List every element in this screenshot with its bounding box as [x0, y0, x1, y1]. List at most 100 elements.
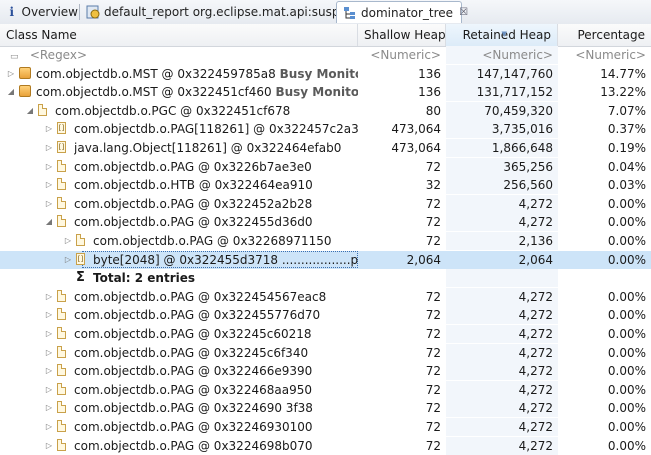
tree-row[interactable]: ▷ com.objectdb.o.PAG @ 0x3224698b070 72 4,2… — [0, 436, 651, 455]
total-row: Σ Total: 2 entries — [0, 269, 651, 288]
percentage-filter[interactable]: <Numeric> — [558, 46, 651, 64]
page-icon — [57, 382, 69, 397]
table-header: Class Name Shallow Heap ▼ Retained Heap … — [0, 24, 651, 47]
tree-row[interactable]: ▷ com.objectdb.o.PAG @ 0x322466e9390 72 4,2… — [0, 362, 651, 381]
class-name-cell: com.objectdb.o.PAG @ 0x322455d36d0 — [74, 213, 358, 231]
tree-row[interactable]: ▷ com.objectdb.o.PAG @ 0x322452a2b28 72 4,2… — [0, 194, 651, 213]
tree-row[interactable]: ▷[] com.objectdb.o.PAG[118261] @ 0x322457… — [0, 120, 651, 139]
percentage-cell: 0.00% — [607, 345, 646, 360]
page-icon — [57, 327, 69, 341]
expand-twisty-icon[interactable]: ▷ — [6, 65, 16, 83]
expand-twisty-icon[interactable]: ▷ — [63, 232, 73, 250]
percentage-cell — [558, 269, 651, 287]
collapse-twisty-icon[interactable]: ◢ — [6, 83, 16, 101]
expand-twisty-icon[interactable]: ▷ — [63, 251, 73, 269]
class-name-text: com.objectdb.o.MST @ 0x322451cf460 — [36, 85, 272, 100]
expand-twisty-icon[interactable]: ▷ — [44, 418, 54, 436]
shallow-heap-cell: 80 — [425, 103, 441, 118]
expand-twisty-icon[interactable]: ▷ — [44, 344, 54, 362]
retained-heap-cell: 4,272 — [518, 420, 553, 434]
shallow-heap-cell: 72 — [425, 327, 441, 341]
percentage-cell: 0.00% — [607, 234, 646, 248]
class-name-cell: com.objectdb.o.PAG @ 0x322468aa950 — [74, 381, 358, 399]
tree-row[interactable]: ▷ com.objectdb.o.PAG @ 0x322468aa950 72 4,2… — [0, 380, 651, 399]
tree-row[interactable]: ▷ com.objectdb.o.HTB @ 0x322464ea910 32 256… — [0, 176, 651, 195]
tree-row[interactable]: ◢ com.objectdb.o.PGC @ 0x322451cf678 80 70,… — [0, 101, 651, 120]
expand-twisty-icon[interactable]: ▷ — [44, 362, 54, 380]
tree-row[interactable]: ▷ com.objectdb.o.PAG @ 0x3224690 3f38 72 4,… — [0, 399, 651, 418]
tree-row[interactable]: ▷ com.objectdb.o.PAG @ 0x322454567eac8 72 4… — [0, 287, 651, 306]
class-name-cell: com.objectdb.o.PAG @ 0x3226b7ae3e0 — [74, 158, 358, 176]
expand-twisty-icon[interactable]: ▷ — [44, 325, 54, 343]
page-icon — [57, 308, 69, 322]
shallow-heap-filter[interactable]: <Numeric> — [358, 46, 446, 64]
page-icon — [57, 215, 69, 229]
retained-heap-cell: 4,272 — [518, 438, 553, 453]
column-percentage[interactable]: Percentage — [558, 24, 651, 46]
retained-heap-cell: 4,272 — [518, 289, 553, 304]
class-name-filter[interactable]: <Regex> — [30, 48, 87, 62]
page-icon — [76, 234, 88, 248]
retained-heap-cell: 4,272 — [518, 345, 553, 360]
class-name-cell: com.objectdb.o.PAG @ 0x32268971150 — [93, 232, 358, 250]
class-name-cell: Total: 2 entries — [93, 269, 358, 287]
class-name-cell: com.objectdb.o.PAG @ 0x322454567eac8 — [74, 288, 358, 306]
column-class-name[interactable]: Class Name — [0, 24, 358, 46]
class-name-cell: com.objectdb.o.PAG @ 0x3224690 3f38 — [74, 399, 358, 417]
tree-row[interactable]: ▷[] java.lang.Object[118261] @ 0x322464ef… — [0, 139, 651, 157]
tree-row[interactable]: ▷ com.objectdb.o.MST @ 0x322459785a8 Busy… — [0, 64, 651, 83]
tree-row[interactable]: ▷ com.objectdb.o.PAG @ 0x32245c6f340 72 4,2… — [0, 343, 651, 362]
tab-dominator-tree[interactable]: dominator_tree ☒ — [336, 1, 468, 23]
class-name-text: com.objectdb.o.HTB @ 0x322464ea910 — [74, 178, 313, 193]
class-name-cell: com.objectdb.o.PAG @ 0x322455776d70 — [74, 306, 358, 324]
column-shallow-heap[interactable]: Shallow Heap — [358, 24, 446, 46]
page-icon — [57, 178, 69, 192]
sigma-icon: Σ — [76, 270, 85, 286]
expand-twisty-icon[interactable]: ▷ — [44, 120, 54, 138]
retained-heap-cell: 4,272 — [518, 215, 553, 230]
page-icon — [57, 401, 69, 415]
expand-twisty-icon[interactable]: ▷ — [44, 158, 54, 176]
shallow-heap-cell: 72 — [425, 289, 441, 304]
tree-row[interactable]: ▷ com.objectdb.o.PAG @ 0x3226b7ae3e0 72 365… — [0, 157, 651, 176]
class-name-cell: com.objectdb.o.PAG @ 0x32245c60218 — [74, 325, 358, 343]
tree-row[interactable]: ◢ com.objectdb.o.MST @ 0x322451cf460 Busy… — [0, 83, 651, 102]
tree-row[interactable]: ▷ com.objectdb.o.PAG @ 0x32245c60218 72 4,2… — [0, 325, 651, 343]
tree-row[interactable]: ◢ com.objectdb.o.PAG @ 0x322455d36d0 72 4,2… — [0, 213, 651, 232]
tab-overview[interactable]: i Overview — [0, 1, 78, 23]
shallow-heap-cell: 136 — [418, 85, 441, 100]
expand-twisty-icon[interactable]: ▷ — [44, 437, 54, 455]
expand-twisty-icon[interactable]: ▷ — [44, 195, 54, 213]
retained-heap-filter[interactable]: <Numeric> — [446, 46, 558, 64]
shallow-heap-cell: 136 — [418, 66, 441, 81]
collapse-twisty-icon[interactable]: ◢ — [44, 213, 54, 231]
expand-twisty-icon[interactable]: ▷ — [44, 306, 54, 324]
page-icon — [57, 289, 69, 304]
class-name-cell: com.objectdb.o.PGC @ 0x322451cf678 — [55, 102, 358, 120]
expand-twisty-icon[interactable]: ▷ — [44, 139, 54, 157]
class-name-text: com.objectdb.o.PAG @ 0x322466e9390 — [74, 364, 313, 379]
percentage-cell: 0.00% — [607, 364, 646, 379]
retained-heap-cell: 4,272 — [518, 196, 553, 211]
retained-heap-cell: 3,735,016 — [491, 122, 553, 137]
tree-row[interactable]: ▷ com.objectdb.o.PAG @ 0x322455776d70 72 4,… — [0, 306, 651, 325]
tree-row[interactable]: ▷[] byte[2048] @ 0x322455d3718 ..........… — [0, 250, 651, 269]
percentage-cell: 0.00% — [607, 401, 646, 416]
expand-twisty-icon[interactable]: ▷ — [44, 399, 54, 417]
expand-twisty-icon[interactable]: ▷ — [44, 288, 54, 306]
close-tab-icon[interactable]: ☒ — [459, 7, 468, 18]
tab-default-report[interactable]: default_report org.eclipse.mat.api:suspe… — [80, 1, 364, 23]
page-icon — [57, 159, 69, 174]
arr-icon: [] — [76, 252, 85, 265]
expand-twisty-icon[interactable]: ▷ — [44, 176, 54, 194]
tree-row[interactable]: ▷ com.objectdb.o.PAG @ 0x32246930100 72 4,2… — [0, 418, 651, 436]
tree-icon — [343, 6, 357, 20]
percentage-cell: 0.37% — [607, 122, 646, 137]
tree-row[interactable]: ▷ com.objectdb.o.PAG @ 0x32268971150 72 2,1… — [0, 232, 651, 250]
column-retained-heap[interactable]: ▼ Retained Heap — [446, 24, 558, 46]
class-name-text: com.objectdb.o.MST @ 0x322459785a8 — [36, 66, 276, 81]
percentage-cell: 0.00% — [607, 289, 646, 304]
retained-heap-cell — [446, 269, 558, 287]
collapse-twisty-icon[interactable]: ◢ — [25, 102, 35, 120]
expand-twisty-icon[interactable]: ▷ — [44, 381, 54, 399]
